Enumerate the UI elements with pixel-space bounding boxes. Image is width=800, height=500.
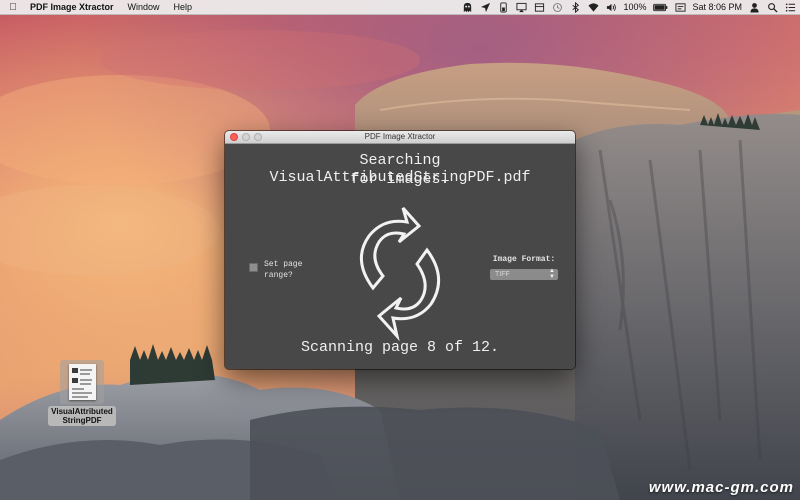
page-range-option[interactable]: Set page range? xyxy=(249,259,312,281)
input-menu-icon[interactable] xyxy=(674,0,686,14)
bluetooth-icon[interactable] xyxy=(569,0,581,14)
image-format-group: Image Format: TIFF ▲ ▼ xyxy=(490,255,558,280)
image-format-select[interactable]: TIFF ▲ ▼ xyxy=(490,268,558,280)
location-icon[interactable] xyxy=(479,0,491,14)
search-message-line2: for images. xyxy=(350,171,450,188)
select-arrows-icon: ▲ ▼ xyxy=(549,268,555,280)
watermark: www.mac-gm.com xyxy=(648,479,794,496)
image-format-value: TIFF xyxy=(495,271,510,278)
battery-icon[interactable] xyxy=(652,0,668,14)
time-machine-icon[interactable] xyxy=(551,0,563,14)
apple-menu-icon[interactable]:  xyxy=(0,2,26,13)
refresh-arrows-icon xyxy=(360,207,440,342)
image-format-label: Image Format: xyxy=(492,255,556,264)
file-name-line2: StringPDF xyxy=(62,416,102,425)
app-menu[interactable]: PDF Image Xtractor xyxy=(26,0,121,14)
window-menu[interactable]: Window xyxy=(121,0,167,14)
page-range-label: Set page range? xyxy=(264,260,303,280)
volume-icon[interactable] xyxy=(605,0,617,14)
app-window: PDF Image Xtractor Searching VisualAttri… xyxy=(225,131,575,369)
window-title: PDF Image Xtractor xyxy=(364,132,436,141)
page-range-checkbox[interactable] xyxy=(249,263,258,272)
help-menu[interactable]: Help xyxy=(167,0,200,14)
desktop-file-label[interactable]: VisualAttributed StringPDF xyxy=(48,406,116,426)
wifi-icon[interactable] xyxy=(587,0,599,14)
clock[interactable]: Sat 8:06 PM xyxy=(692,2,742,12)
file-name-line1: VisualAttributed xyxy=(51,407,113,416)
window-content: Searching VisualAttributedStringPDF.pdf … xyxy=(225,144,575,369)
menu-bar:  PDF Image Xtractor Window Help xyxy=(0,0,800,15)
notification-center-icon[interactable] xyxy=(784,0,796,14)
pdf-file-icon[interactable] xyxy=(60,360,104,404)
battery-percent[interactable]: 100% xyxy=(623,2,646,12)
user-icon[interactable] xyxy=(748,0,760,14)
window-titlebar[interactable]: PDF Image Xtractor xyxy=(225,131,575,144)
airplay-icon[interactable] xyxy=(515,0,527,14)
desktop-file[interactable]: VisualAttributed StringPDF xyxy=(48,360,116,428)
box-icon[interactable] xyxy=(533,0,545,14)
battery-bar-icon[interactable] xyxy=(497,0,509,14)
ghost-icon[interactable] xyxy=(461,0,473,14)
scan-status: Scanning page 8 of 12. xyxy=(300,339,500,356)
spotlight-icon[interactable] xyxy=(766,0,778,14)
